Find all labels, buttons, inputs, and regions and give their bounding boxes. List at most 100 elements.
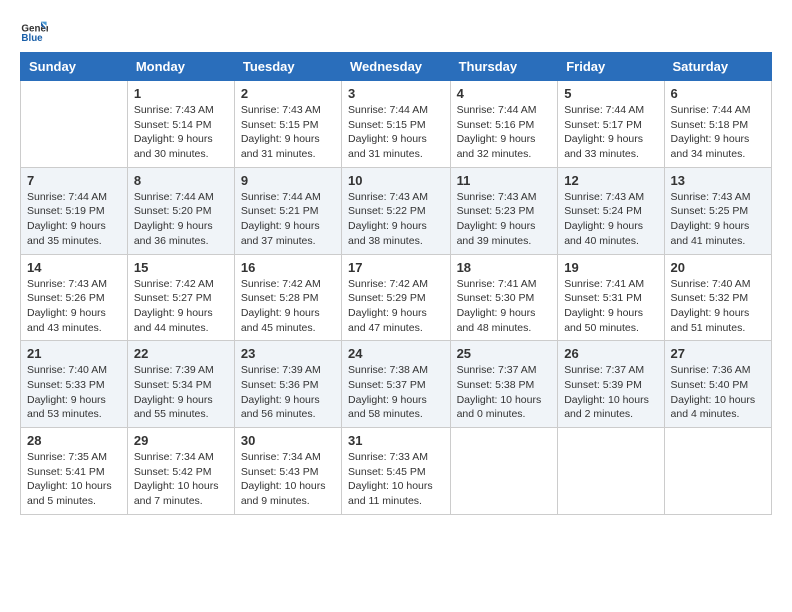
calendar: SundayMondayTuesdayWednesdayThursdayFrid…	[20, 52, 772, 515]
calendar-header-row: SundayMondayTuesdayWednesdayThursdayFrid…	[21, 53, 772, 81]
calendar-week-1: 1Sunrise: 7:43 AM Sunset: 5:14 PM Daylig…	[21, 81, 772, 168]
calendar-week-5: 28Sunrise: 7:35 AM Sunset: 5:41 PM Dayli…	[21, 428, 772, 515]
calendar-cell: 7 Sunrise: 7:44 AM Sunset: 5:19 PM Daylig…	[21, 167, 128, 254]
calendar-cell: 19 Sunrise: 7:41 AM Sunset: 5:31 PM Dayli…	[558, 254, 664, 341]
day-number: 19	[564, 260, 657, 275]
header-day-wednesday: Wednesday	[342, 53, 451, 81]
header-day-saturday: Saturday	[664, 53, 771, 81]
calendar-cell: 11 Sunrise: 7:43 AM Sunset: 5:23 PM Dayli…	[450, 167, 558, 254]
day-number: 5	[564, 86, 657, 101]
calendar-cell: 15Sunrise: 7:42 AM Sunset: 5:27 PM Dayli…	[127, 254, 234, 341]
calendar-cell: 13Sunrise: 7:43 AM Sunset: 5:25 PM Dayli…	[664, 167, 771, 254]
calendar-cell: 23 Sunrise: 7:39 AM Sunset: 5:36 PM Dayli…	[234, 341, 341, 428]
day-number: 27	[671, 346, 765, 361]
day-info: Sunrise: 7:40 AM Sunset: 5:32 PM Dayligh…	[671, 277, 765, 336]
day-info: Sunrise: 7:33 AM Sunset: 5:45 PM Dayligh…	[348, 450, 444, 509]
calendar-week-3: 14 Sunrise: 7:43 AM Sunset: 5:26 PM Dayli…	[21, 254, 772, 341]
calendar-cell: 12 Sunrise: 7:43 AM Sunset: 5:24 PM Dayli…	[558, 167, 664, 254]
header-day-sunday: Sunday	[21, 53, 128, 81]
day-number: 21	[27, 346, 121, 361]
day-number: 1	[134, 86, 228, 101]
calendar-cell: 31Sunrise: 7:33 AM Sunset: 5:45 PM Dayli…	[342, 428, 451, 515]
day-info: Sunrise: 7:34 AM Sunset: 5:43 PM Dayligh…	[241, 450, 335, 509]
day-number: 24	[348, 346, 444, 361]
calendar-cell: 25 Sunrise: 7:37 AM Sunset: 5:38 PM Dayli…	[450, 341, 558, 428]
day-number: 14	[27, 260, 121, 275]
day-info: Sunrise: 7:44 AM Sunset: 5:19 PM Dayligh…	[27, 190, 121, 249]
day-number: 16	[241, 260, 335, 275]
calendar-cell	[450, 428, 558, 515]
calendar-cell: 6 Sunrise: 7:44 AM Sunset: 5:18 PM Daylig…	[664, 81, 771, 168]
logo: General Blue	[20, 16, 48, 44]
calendar-cell: 24 Sunrise: 7:38 AM Sunset: 5:37 PM Dayli…	[342, 341, 451, 428]
day-number: 26	[564, 346, 657, 361]
calendar-cell: 21 Sunrise: 7:40 AM Sunset: 5:33 PM Dayli…	[21, 341, 128, 428]
calendar-cell: 5 Sunrise: 7:44 AM Sunset: 5:17 PM Daylig…	[558, 81, 664, 168]
day-info: Sunrise: 7:43 AM Sunset: 5:15 PM Dayligh…	[241, 103, 335, 162]
day-info: Sunrise: 7:35 AM Sunset: 5:41 PM Dayligh…	[27, 450, 121, 509]
calendar-week-2: 7 Sunrise: 7:44 AM Sunset: 5:19 PM Daylig…	[21, 167, 772, 254]
day-info: Sunrise: 7:44 AM Sunset: 5:17 PM Dayligh…	[564, 103, 657, 162]
calendar-cell: 1Sunrise: 7:43 AM Sunset: 5:14 PM Daylig…	[127, 81, 234, 168]
calendar-cell: 20 Sunrise: 7:40 AM Sunset: 5:32 PM Dayli…	[664, 254, 771, 341]
day-number: 22	[134, 346, 228, 361]
day-number: 6	[671, 86, 765, 101]
day-info: Sunrise: 7:37 AM Sunset: 5:38 PM Dayligh…	[457, 363, 552, 422]
day-number: 4	[457, 86, 552, 101]
day-number: 11	[457, 173, 552, 188]
day-number: 18	[457, 260, 552, 275]
day-info: Sunrise: 7:44 AM Sunset: 5:18 PM Dayligh…	[671, 103, 765, 162]
calendar-cell: 26 Sunrise: 7:37 AM Sunset: 5:39 PM Dayli…	[558, 341, 664, 428]
calendar-cell: 3 Sunrise: 7:44 AM Sunset: 5:15 PM Daylig…	[342, 81, 451, 168]
day-number: 2	[241, 86, 335, 101]
calendar-cell: 29Sunrise: 7:34 AM Sunset: 5:42 PM Dayli…	[127, 428, 234, 515]
day-info: Sunrise: 7:44 AM Sunset: 5:21 PM Dayligh…	[241, 190, 335, 249]
day-info: Sunrise: 7:41 AM Sunset: 5:30 PM Dayligh…	[457, 277, 552, 336]
day-info: Sunrise: 7:44 AM Sunset: 5:20 PM Dayligh…	[134, 190, 228, 249]
day-info: Sunrise: 7:42 AM Sunset: 5:29 PM Dayligh…	[348, 277, 444, 336]
day-info: Sunrise: 7:43 AM Sunset: 5:24 PM Dayligh…	[564, 190, 657, 249]
calendar-cell: 4 Sunrise: 7:44 AM Sunset: 5:16 PM Daylig…	[450, 81, 558, 168]
header-day-tuesday: Tuesday	[234, 53, 341, 81]
day-info: Sunrise: 7:38 AM Sunset: 5:37 PM Dayligh…	[348, 363, 444, 422]
day-info: Sunrise: 7:44 AM Sunset: 5:16 PM Dayligh…	[457, 103, 552, 162]
calendar-cell: 16Sunrise: 7:42 AM Sunset: 5:28 PM Dayli…	[234, 254, 341, 341]
calendar-cell: 17 Sunrise: 7:42 AM Sunset: 5:29 PM Dayli…	[342, 254, 451, 341]
calendar-cell: 18 Sunrise: 7:41 AM Sunset: 5:30 PM Dayli…	[450, 254, 558, 341]
day-info: Sunrise: 7:41 AM Sunset: 5:31 PM Dayligh…	[564, 277, 657, 336]
calendar-cell	[664, 428, 771, 515]
day-number: 8	[134, 173, 228, 188]
day-info: Sunrise: 7:37 AM Sunset: 5:39 PM Dayligh…	[564, 363, 657, 422]
day-info: Sunrise: 7:43 AM Sunset: 5:23 PM Dayligh…	[457, 190, 552, 249]
calendar-cell: 9 Sunrise: 7:44 AM Sunset: 5:21 PM Daylig…	[234, 167, 341, 254]
calendar-cell: 30 Sunrise: 7:34 AM Sunset: 5:43 PM Dayli…	[234, 428, 341, 515]
calendar-cell: 14 Sunrise: 7:43 AM Sunset: 5:26 PM Dayli…	[21, 254, 128, 341]
day-number: 23	[241, 346, 335, 361]
day-info: Sunrise: 7:39 AM Sunset: 5:34 PM Dayligh…	[134, 363, 228, 422]
day-number: 7	[27, 173, 121, 188]
calendar-cell: 10Sunrise: 7:43 AM Sunset: 5:22 PM Dayli…	[342, 167, 451, 254]
day-info: Sunrise: 7:36 AM Sunset: 5:40 PM Dayligh…	[671, 363, 765, 422]
day-info: Sunrise: 7:43 AM Sunset: 5:26 PM Dayligh…	[27, 277, 121, 336]
day-number: 30	[241, 433, 335, 448]
day-info: Sunrise: 7:39 AM Sunset: 5:36 PM Dayligh…	[241, 363, 335, 422]
day-number: 10	[348, 173, 444, 188]
svg-text:Blue: Blue	[21, 33, 43, 44]
day-number: 15	[134, 260, 228, 275]
calendar-week-4: 21 Sunrise: 7:40 AM Sunset: 5:33 PM Dayli…	[21, 341, 772, 428]
calendar-cell	[21, 81, 128, 168]
calendar-cell: 27 Sunrise: 7:36 AM Sunset: 5:40 PM Dayli…	[664, 341, 771, 428]
day-info: Sunrise: 7:40 AM Sunset: 5:33 PM Dayligh…	[27, 363, 121, 422]
calendar-cell: 8 Sunrise: 7:44 AM Sunset: 5:20 PM Daylig…	[127, 167, 234, 254]
day-info: Sunrise: 7:44 AM Sunset: 5:15 PM Dayligh…	[348, 103, 444, 162]
day-number: 9	[241, 173, 335, 188]
calendar-cell: 22 Sunrise: 7:39 AM Sunset: 5:34 PM Dayli…	[127, 341, 234, 428]
day-number: 3	[348, 86, 444, 101]
day-number: 20	[671, 260, 765, 275]
logo-icon: General Blue	[20, 16, 48, 44]
day-number: 12	[564, 173, 657, 188]
calendar-cell	[558, 428, 664, 515]
header-day-friday: Friday	[558, 53, 664, 81]
day-number: 25	[457, 346, 552, 361]
day-number: 17	[348, 260, 444, 275]
